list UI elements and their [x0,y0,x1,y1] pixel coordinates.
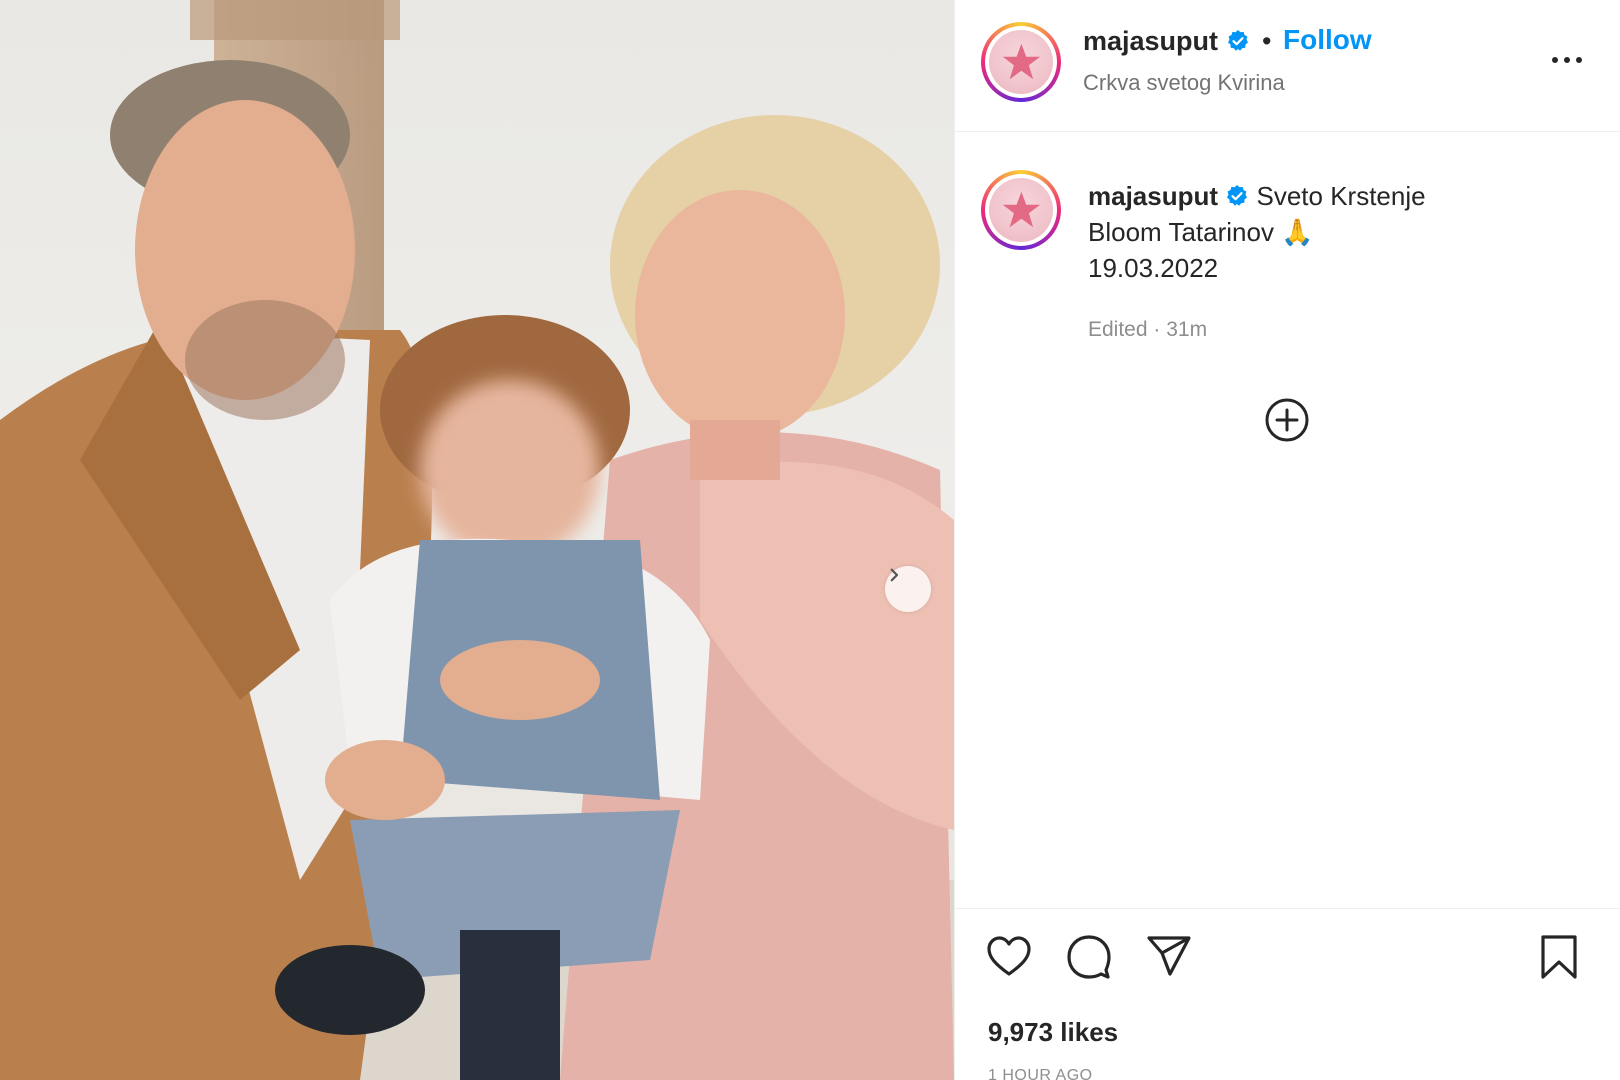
post-actions: 9,973 likes 1 HOUR AGO [955,908,1620,1080]
next-photo-button[interactable] [885,566,931,612]
heart-icon[interactable] [985,933,1033,981]
chevron-right-icon [890,568,899,582]
star-avatar-icon [1002,191,1040,227]
caption-line-3: 19.03.2022 [1088,253,1219,283]
share-icon[interactable] [1145,933,1193,981]
separator-dot: • [1262,26,1272,56]
comment-icon[interactable] [1065,933,1113,981]
star-avatar-icon [1002,43,1040,79]
post-side-panel: majasuput • Follow Crkva svetog Kvirina … [954,0,1620,1080]
post-header: majasuput • Follow Crkva svetog Kvirina [955,0,1620,132]
caption-line-1: Sveto Krstenje [1256,181,1426,211]
post-time-ago[interactable]: 1 HOUR AGO [988,1067,1093,1080]
likes-count[interactable]: 9,973 likes [988,1017,1118,1048]
author-avatar[interactable] [981,22,1061,102]
verified-badge-icon [1227,185,1248,206]
caption-username[interactable]: majasuput [1088,181,1218,211]
author-username[interactable]: majasuput [1083,26,1250,57]
post-photo[interactable] [0,0,954,1080]
edited-timestamp: Edited · 31m [1088,318,1208,341]
more-options-icon[interactable] [1549,50,1585,70]
post-location[interactable]: Crkva svetog Kvirina [1083,70,1285,96]
family-photo-illustration [0,0,954,1080]
caption-avatar[interactable] [981,170,1061,250]
bookmark-icon[interactable] [1535,933,1583,981]
post-caption: majasuput Sveto Krstenje Bloom Tatarinov… [1088,178,1588,286]
caption-line-2: Bloom Tatarinov 🙏 [1088,217,1314,247]
follow-button[interactable]: Follow [1283,24,1372,56]
verified-badge-icon [1227,30,1248,51]
add-comment-icon[interactable] [1263,396,1311,444]
